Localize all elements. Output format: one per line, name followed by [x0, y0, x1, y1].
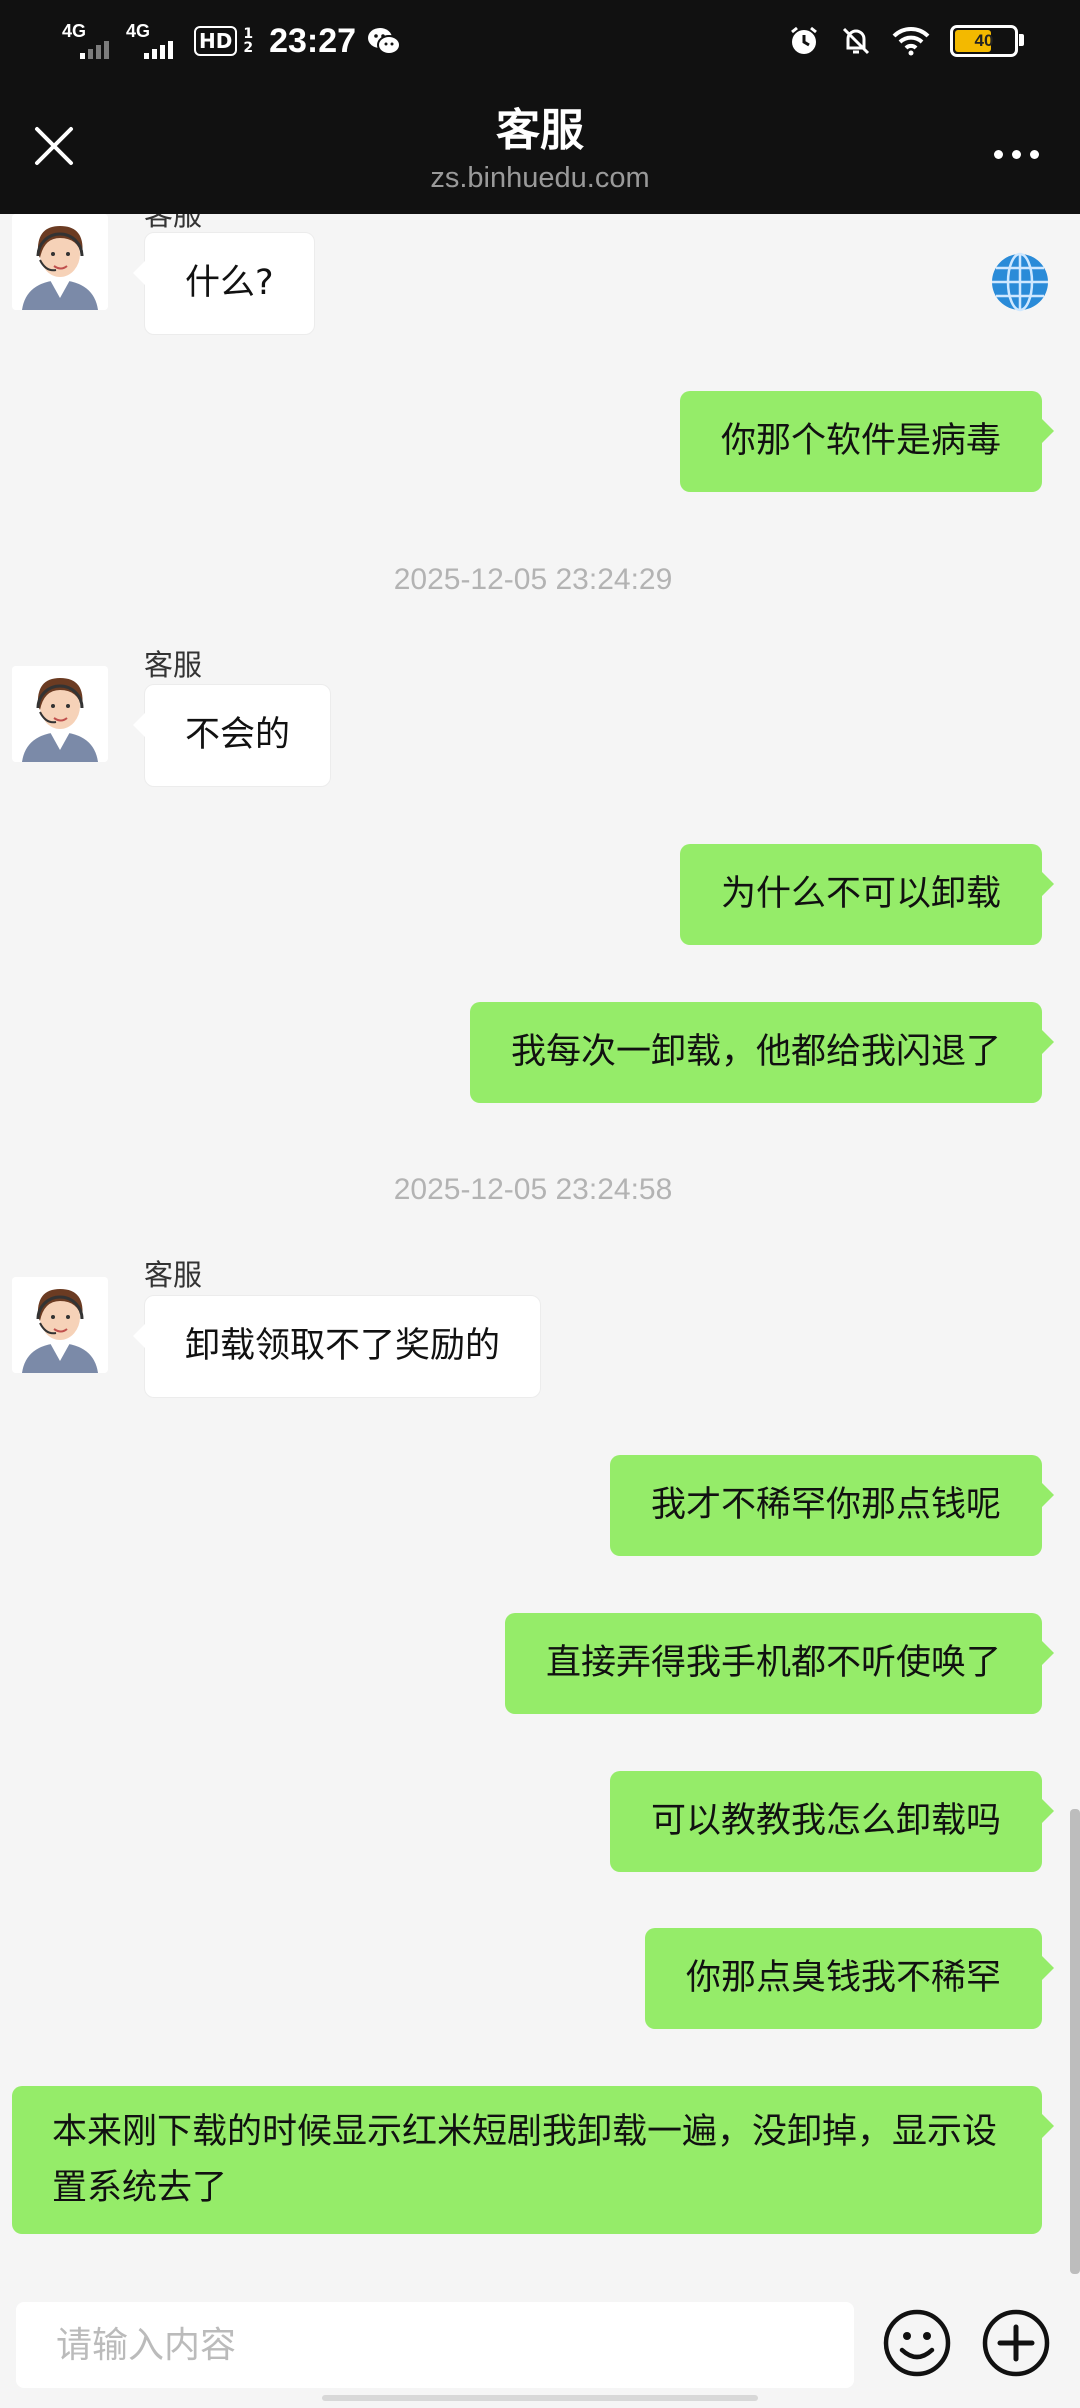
sender-name: 客服 [144, 1258, 203, 1292]
battery-level: 40 [974, 31, 994, 50]
page-url: zs.binhuedu.com [430, 162, 650, 194]
home-indicator [322, 2395, 758, 2401]
battery-icon: 40 [950, 25, 1024, 57]
message-bubble-outgoing[interactable]: 你那点臭钱我不稀罕 [644, 1928, 1055, 2029]
sender-name: 客服 [144, 648, 203, 682]
agent-avatar[interactable] [12, 214, 108, 310]
nav-bar: 客服 zs.binhuedu.com [0, 82, 1080, 214]
more-dot-icon [1029, 149, 1039, 159]
sender-name: 客服 [144, 214, 203, 232]
message-timestamp: 2025-12-05 23:24:29 [393, 563, 673, 596]
add-attachment-icon[interactable] [981, 2308, 1051, 2378]
chat-scrollbar[interactable] [1070, 1809, 1080, 2274]
agent-avatar[interactable] [12, 666, 108, 762]
status-time: 23:27 [269, 21, 357, 60]
wechat-icon [368, 28, 402, 55]
message-bubble-outgoing[interactable]: 你那个软件是病毒 [679, 391, 1055, 492]
agent-avatar[interactable] [12, 1277, 108, 1373]
message-bubble-outgoing[interactable]: 本来刚下载的时候显示红米短剧我卸载一遍，没卸掉，显示设置系统去了 [12, 2086, 1054, 2234]
message-bubble-incoming[interactable]: 不会的 [132, 684, 332, 787]
message-bubble-outgoing[interactable]: 我每次一卸载，他都给我闪退了 [469, 1002, 1055, 1103]
status-left: 4G 4G HD 12 23:27 [62, 14, 402, 68]
message-input[interactable] [16, 2302, 854, 2388]
sim2-label: 4G [126, 21, 151, 41]
wifi-icon [892, 26, 930, 56]
emoji-icon[interactable] [882, 2308, 952, 2378]
more-dot-icon [1011, 149, 1021, 159]
message-bubble-incoming[interactable]: 卸载领取不了奖励的 [132, 1295, 542, 1398]
status-bar: 4G 4G HD 12 23:27 40 [0, 0, 1080, 82]
sim1-label: 4G [62, 21, 87, 41]
chat-area[interactable]: 客服 什么? 你那个软件是病毒 2025-12-05 23:24:29 客服 不… [0, 214, 1080, 2290]
status-right: 40 [788, 14, 1024, 68]
signal-sim1-icon: 4G [62, 19, 116, 63]
more-dot-icon [993, 149, 1003, 159]
globe-icon[interactable] [990, 252, 1050, 312]
message-bubble-incoming[interactable]: 什么? [133, 232, 315, 335]
page-title: 客服 [496, 105, 584, 156]
signal-sim2-icon: 4G [126, 19, 180, 63]
message-bubble-outgoing[interactable]: 为什么不可以卸载 [679, 844, 1055, 945]
hd-voice-badge: HD [194, 26, 238, 56]
message-bubble-outgoing[interactable]: 可以教教我怎么卸载吗 [609, 1771, 1055, 1872]
hd-sim-index: 12 [243, 26, 254, 56]
message-timestamp: 2025-12-05 23:24:58 [393, 1173, 673, 1206]
mute-bell-icon [842, 27, 870, 55]
more-options-button[interactable] [984, 134, 1048, 174]
message-bubble-outgoing[interactable]: 直接弄得我手机都不听使唤了 [504, 1613, 1055, 1714]
message-bubble-outgoing[interactable]: 我才不稀罕你那点钱呢 [609, 1455, 1055, 1556]
input-bar [0, 2290, 1080, 2408]
alarm-icon [791, 26, 817, 54]
